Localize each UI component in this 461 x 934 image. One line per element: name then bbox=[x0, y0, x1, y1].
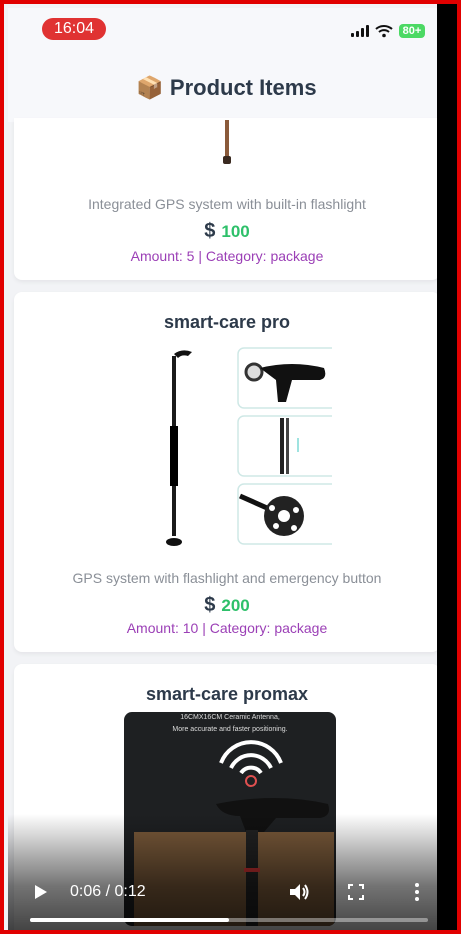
currency-symbol: $ bbox=[204, 220, 216, 242]
video-progress-bar[interactable] bbox=[30, 918, 428, 922]
price-value: 100 bbox=[221, 222, 250, 241]
product-name: smart-care pro bbox=[163, 312, 291, 332]
video-time: 0:06 / 0:12 bbox=[70, 883, 146, 900]
product-meta: Amount: 5 | Category: package bbox=[130, 248, 324, 264]
frame-edge bbox=[437, 4, 457, 930]
price-value: 200 bbox=[221, 596, 250, 615]
status-icons: 80+ bbox=[351, 24, 425, 38]
fullscreen-icon[interactable] bbox=[348, 884, 364, 900]
more-options-icon[interactable] bbox=[414, 882, 420, 902]
battery-indicator: 80+ bbox=[399, 24, 425, 38]
screen: 16:04 80+ 📦 Product Items Integrated GPS… bbox=[8, 8, 445, 930]
product-price: $200 bbox=[14, 594, 440, 617]
image-caption: 16CMX16CM Ceramic Antenna, bbox=[180, 714, 280, 721]
product-meta: Amount: 10 | Category: package bbox=[126, 620, 328, 636]
product-card[interactable]: Integrated GPS system with built-in flas… bbox=[14, 118, 440, 280]
video-controls-overlay bbox=[8, 814, 445, 930]
status-time: 16:04 bbox=[42, 18, 106, 40]
product-description: Integrated GPS system with built-in flas… bbox=[88, 196, 366, 212]
play-icon[interactable] bbox=[34, 884, 48, 900]
device-frame: 16:04 80+ 📦 Product Items Integrated GPS… bbox=[0, 0, 461, 934]
image-caption: More accurate and faster positioning. bbox=[172, 726, 288, 733]
currency-symbol: $ bbox=[204, 594, 216, 616]
video-progress-fill bbox=[30, 918, 229, 922]
page-header: 📦 Product Items bbox=[8, 54, 445, 122]
product-image bbox=[223, 120, 231, 164]
page-title: 📦 Product Items bbox=[136, 75, 317, 100]
video-controls: 0:06 / 0:12 bbox=[8, 878, 445, 908]
product-image bbox=[166, 347, 332, 546]
product-description: GPS system with flashlight and emergency… bbox=[72, 570, 382, 586]
wifi-icon bbox=[375, 25, 393, 38]
product-price: $100 bbox=[14, 220, 440, 243]
volume-icon[interactable] bbox=[288, 882, 310, 902]
product-name: smart-care promax bbox=[145, 684, 309, 704]
product-card[interactable]: smart-care pro GPS system with flashligh… bbox=[14, 292, 440, 652]
status-bar: 16:04 80+ bbox=[8, 8, 445, 54]
signal-icon bbox=[351, 25, 369, 37]
